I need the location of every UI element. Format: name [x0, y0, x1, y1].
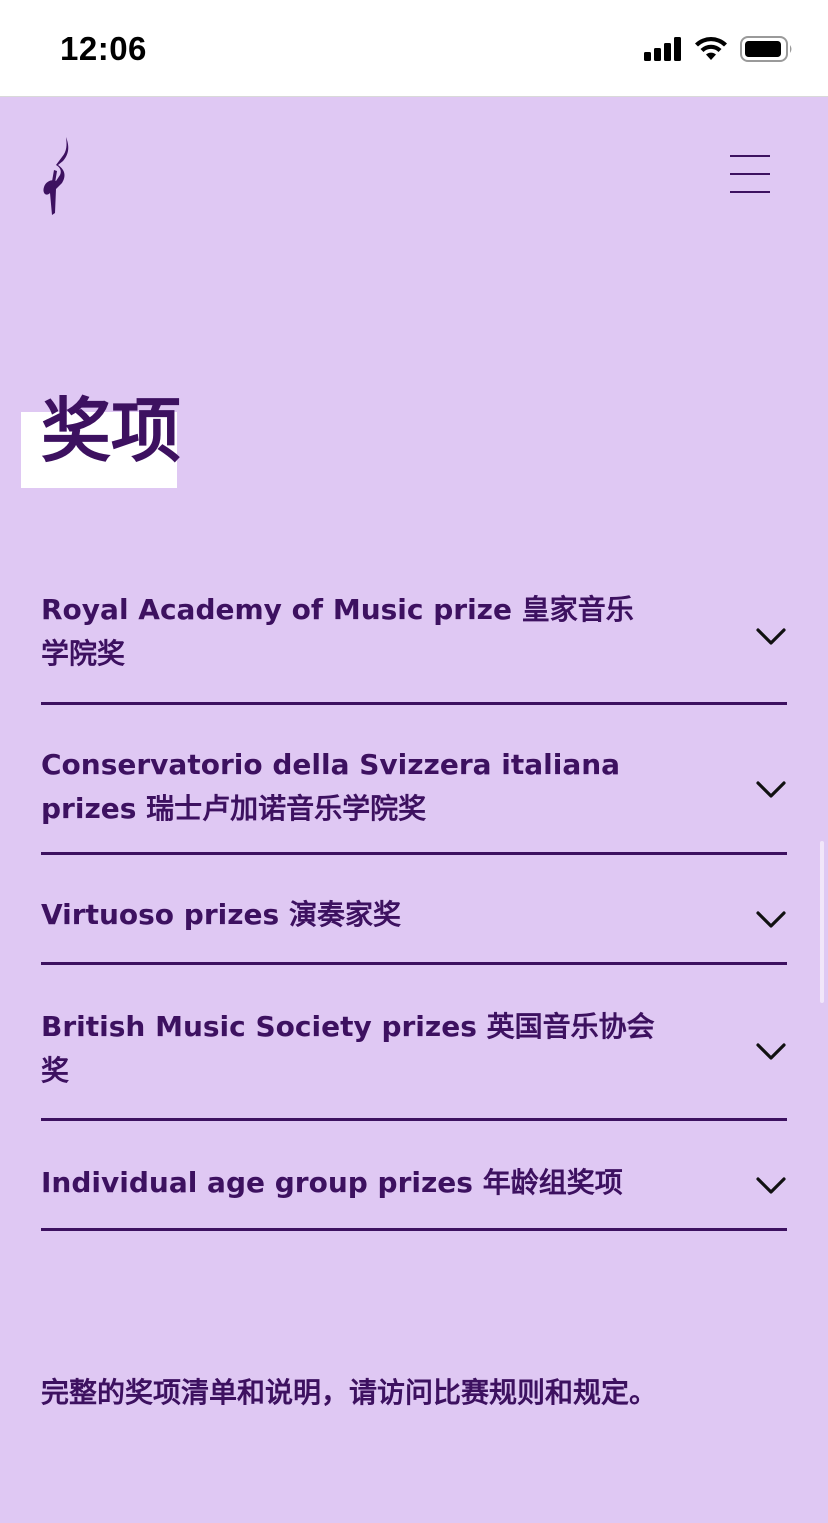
- status-time: 12:06: [60, 30, 147, 67]
- menu-line: [730, 191, 770, 193]
- page-content: 奖项 Royal Academy of Music prize 皇家音乐学院奖 …: [0, 97, 828, 1523]
- accordion-item-virtuoso[interactable]: Virtuoso prizes 演奏家奖: [41, 855, 787, 965]
- accordion-item-label: British Music Society prizes 英国音乐协会奖: [41, 1010, 655, 1087]
- hamburger-menu-icon[interactable]: [722, 149, 778, 199]
- chevron-down-icon: [756, 911, 786, 928]
- accordion-item-label: Conservatorio della Svizzera italiana pr…: [41, 748, 621, 825]
- scrollbar-thumb[interactable]: [820, 841, 824, 1003]
- page-title: 奖项: [41, 390, 181, 472]
- signal-icon: [644, 37, 681, 61]
- accordion-item-age-group[interactable]: Individual age group prizes 年龄组奖项: [41, 1121, 787, 1231]
- chevron-down-icon: [756, 628, 786, 645]
- accordion-item-label: Individual age group prizes 年龄组奖项: [41, 1166, 623, 1199]
- rules-note: 完整的奖项清单和说明，请访问比赛规则和规定。: [41, 1376, 658, 1409]
- music-note-logo-icon[interactable]: [36, 135, 76, 217]
- accordion-item-british-music-society[interactable]: British Music Society prizes 英国音乐协会奖: [41, 965, 787, 1121]
- accordion-item-label: Virtuoso prizes 演奏家奖: [41, 898, 401, 931]
- menu-line: [730, 173, 770, 175]
- accordion-item-conservatorio[interactable]: Conservatorio della Svizzera italiana pr…: [41, 705, 787, 855]
- chevron-down-icon: [756, 1043, 786, 1060]
- accordion-item-label: Royal Academy of Music prize 皇家音乐学院奖: [41, 593, 634, 670]
- wifi-icon: [695, 37, 727, 60]
- status-icons: [644, 36, 794, 62]
- menu-line: [730, 155, 770, 157]
- accordion-item-royal-academy[interactable]: Royal Academy of Music prize 皇家音乐学院奖: [41, 580, 787, 705]
- chevron-down-icon: [756, 1177, 786, 1194]
- chevron-down-icon: [756, 781, 786, 798]
- status-bar: 12:06: [0, 0, 828, 97]
- battery-icon: [740, 36, 792, 62]
